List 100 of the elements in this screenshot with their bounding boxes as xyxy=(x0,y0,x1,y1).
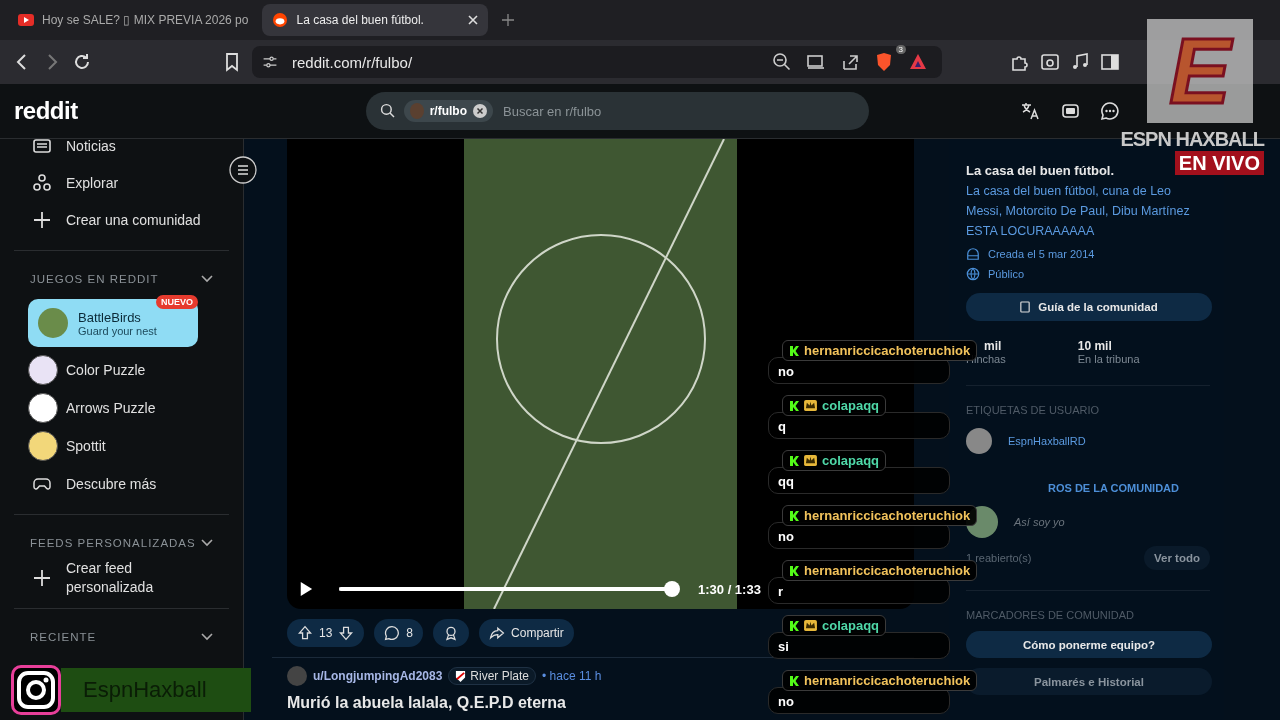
user-tag[interactable]: EspnHaxballRD xyxy=(1008,435,1086,447)
browser-tab[interactable]: Hoy se SALE? ▯ MIX PREVIA 2026 po xyxy=(8,4,259,36)
game-subtitle: Guard your nest xyxy=(78,324,157,337)
clear-icon[interactable] xyxy=(473,104,487,118)
chevron-icon[interactable] xyxy=(201,275,213,283)
address-bar[interactable]: reddit.com/r/fulbo/ 3 xyxy=(252,46,942,78)
sidebar-item[interactable]: Crear una comunidad xyxy=(14,201,229,238)
crown-icon xyxy=(804,400,817,411)
share-button[interactable]: Compartir xyxy=(479,619,574,647)
crown-icon xyxy=(804,455,817,466)
search-field[interactable]: r/fulbo Buscar en r/fulbo xyxy=(365,92,869,130)
count-badge: 3 xyxy=(895,45,906,54)
chevron-icon[interactable] xyxy=(201,633,213,641)
visibility-label: Público xyxy=(988,268,1025,280)
view-all-button[interactable]: Ver todo xyxy=(1144,546,1210,570)
search-window-icon[interactable] xyxy=(1040,52,1060,72)
sidebar-item[interactable]: Descubre más xyxy=(14,465,229,502)
chat-message: q xyxy=(768,412,950,439)
avatar-icon xyxy=(409,103,424,119)
bookmark-button[interactable]: Cómo ponerme equipo? xyxy=(966,631,1212,658)
section-heading: ETIQUETAS DE USUARIO xyxy=(966,404,1101,416)
music-icon[interactable] xyxy=(1070,52,1090,72)
globe-icon xyxy=(966,267,980,281)
username-tag: hernanriccicachoteruchiok xyxy=(782,670,978,691)
live-badge: EN VIVO xyxy=(1174,151,1264,175)
chevron-icon[interactable] xyxy=(201,539,213,547)
news-icon xyxy=(32,139,52,156)
sidebar-item[interactable]: Noticias xyxy=(14,139,229,164)
achievement-name: Así soy yo xyxy=(1014,516,1065,528)
video-time: 1:30 / 1:33 xyxy=(698,581,761,597)
downvote-icon[interactable] xyxy=(338,625,355,641)
username-tag: hernanriccicachoteruchiok xyxy=(782,560,978,581)
book-icon xyxy=(1020,301,1031,313)
crest-icon xyxy=(455,669,467,683)
chat-icon[interactable] xyxy=(1100,101,1120,121)
username-tag: colapaqq xyxy=(782,615,887,636)
sidebar-item[interactable]: Explorar xyxy=(14,164,229,201)
close-icon[interactable] xyxy=(468,15,479,25)
sidebar-item[interactable]: Crear feed personalizada xyxy=(14,559,229,596)
share-arrow-icon xyxy=(489,625,506,641)
triangle-icon[interactable] xyxy=(908,52,928,72)
community-title: La casa del buen fútbol. xyxy=(966,163,1115,178)
chat-message: si xyxy=(768,632,950,659)
community-description: La casa del buen fútbol, cuna de Leo Messi, Motorcito De Paul, Dibu Martínez ESTA LOCURAAAAAA xyxy=(966,183,1191,240)
k-icon xyxy=(789,454,799,467)
k-icon xyxy=(789,344,799,357)
crown-icon xyxy=(804,620,817,631)
chat-message: qq xyxy=(768,467,950,494)
author-link[interactable]: u/LongjumpingAd2083 xyxy=(313,669,443,683)
logo-letter: E xyxy=(1169,25,1231,117)
game-name[interactable]: Spottit xyxy=(66,438,106,454)
section-heading: RECIENTE xyxy=(30,631,97,643)
plus-icon xyxy=(32,567,52,588)
browser-tab[interactable]: La casa del buen fútbol. xyxy=(262,4,489,36)
community-chip[interactable]: r/fulbo xyxy=(403,100,493,122)
stat-value: 10 mil xyxy=(1077,339,1113,353)
game-name[interactable]: Arrows Puzzle xyxy=(66,400,156,416)
award-button[interactable] xyxy=(433,619,470,647)
tune-icon xyxy=(262,54,278,70)
k-icon xyxy=(789,564,799,577)
plus-icon xyxy=(32,209,52,230)
stat-label: En la tribuna xyxy=(1077,353,1140,365)
new-badge: NUEVO xyxy=(156,295,198,309)
reload-icon[interactable] xyxy=(72,52,92,72)
brand-title: ESPN HAXBALL xyxy=(1120,128,1264,151)
game-name[interactable]: Color Puzzle xyxy=(66,362,146,378)
user-flair: River Plate xyxy=(448,667,537,685)
community-guide-button[interactable]: Guía de la comunidad xyxy=(966,293,1212,321)
k-icon xyxy=(789,509,799,522)
username-tag: hernanriccicachoteruchiok xyxy=(782,505,978,526)
url-text: reddit.com/r/fulbo/ xyxy=(292,53,413,71)
k-icon xyxy=(789,399,799,412)
menu-icon[interactable] xyxy=(229,156,257,184)
section-heading: FEEDS PERSONALIZADAS xyxy=(30,537,196,549)
created-date: Creada el 5 mar 2014 xyxy=(988,248,1095,260)
username-tag: colapaqq xyxy=(782,450,887,471)
game-icon xyxy=(38,308,68,338)
play-icon[interactable] xyxy=(299,581,313,597)
upvote-icon[interactable] xyxy=(297,625,313,641)
k-icon xyxy=(789,674,799,687)
post-title[interactable]: Murió la abuela lalala, Q.E.P.D eterna xyxy=(287,694,566,712)
section-heading: JUEGOS EN REDDIT xyxy=(30,273,159,285)
camera-icon xyxy=(11,665,61,715)
user-avatar xyxy=(966,428,992,454)
zoom-out-icon[interactable] xyxy=(772,52,792,72)
section-heading: MARCADORES DE COMUNIDAD xyxy=(966,609,1136,621)
comments-button[interactable]: 8 xyxy=(374,619,424,647)
new-tab-icon[interactable] xyxy=(502,14,515,26)
game-name: BattleBirds xyxy=(78,309,142,325)
share-icon[interactable] xyxy=(840,52,860,72)
circles-icon xyxy=(32,172,52,193)
stat-value: mil xyxy=(984,339,1003,353)
translate-icon[interactable] xyxy=(1020,101,1040,121)
vote-control[interactable]: 13 xyxy=(287,619,365,647)
post-age: • hace 11 h xyxy=(542,669,602,683)
comment-icon xyxy=(384,625,401,641)
username-tag: colapaqq xyxy=(782,395,887,416)
section-heading: ROS DE LA COMUNIDAD xyxy=(1048,482,1180,494)
sidebar-icon[interactable] xyxy=(1100,52,1120,72)
reddit-logo[interactable]: reddit xyxy=(14,97,78,125)
